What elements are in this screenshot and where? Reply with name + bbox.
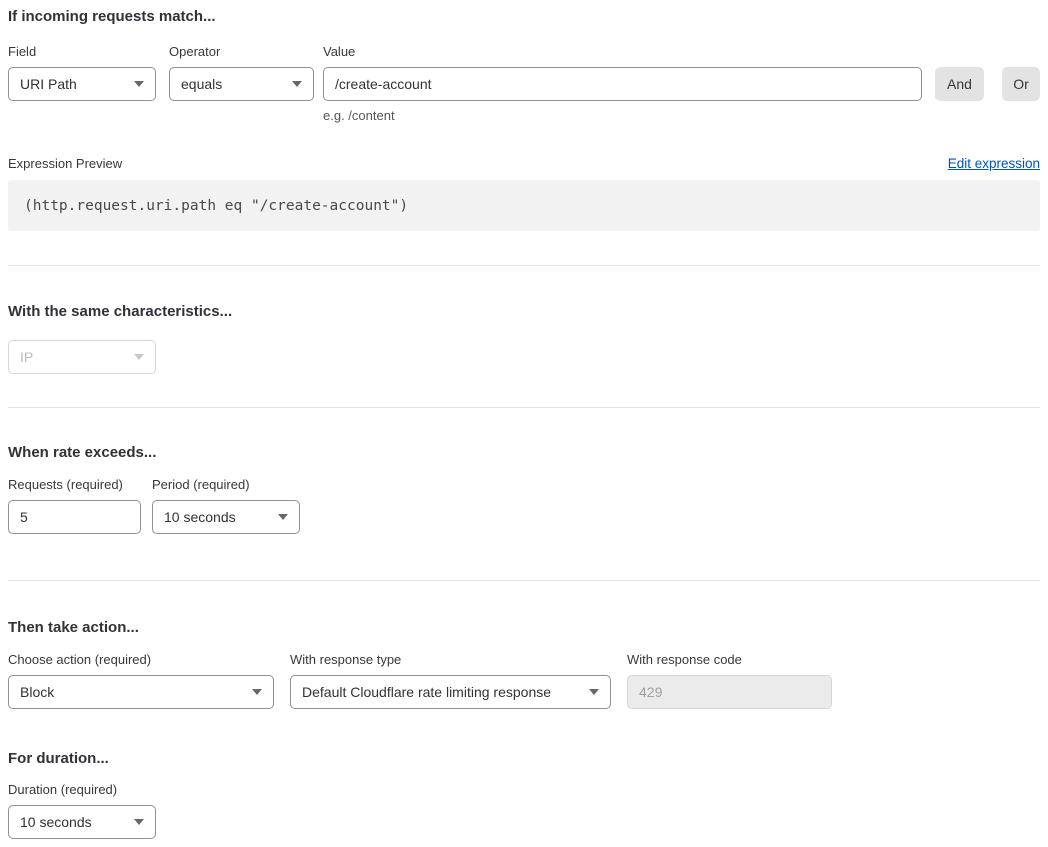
field-select-value: URI Path: [20, 76, 77, 92]
action-section-title: Then take action...: [8, 619, 1040, 637]
section-divider: [8, 407, 1040, 408]
duration-section-title: For duration...: [8, 750, 1040, 768]
characteristics-select-value: IP: [20, 349, 33, 365]
response-type-select[interactable]: Default Cloudflare rate limiting respons…: [290, 675, 611, 709]
rate-section-title: When rate exceeds...: [8, 444, 1040, 462]
field-select[interactable]: URI Path: [8, 67, 156, 101]
duration-label: Duration (required): [8, 782, 1040, 798]
characteristics-section-title: With the same characteristics...: [8, 303, 1040, 321]
action-row: Choose action (required) Block With resp…: [8, 652, 1040, 709]
requests-input[interactable]: [8, 500, 141, 534]
operator-select-value: equals: [181, 76, 222, 92]
choose-action-label: Choose action (required): [8, 652, 274, 668]
chevron-down-icon: [134, 354, 144, 360]
expression-preview-label: Expression Preview: [8, 156, 122, 171]
chevron-down-icon: [134, 81, 144, 87]
value-group: Value e.g. /content: [323, 44, 922, 123]
chevron-down-icon: [589, 689, 599, 695]
chevron-down-icon: [134, 819, 144, 825]
field-group: Field URI Path: [8, 44, 156, 101]
response-code-label: With response code: [627, 652, 832, 668]
response-code-input: [627, 675, 832, 709]
section-divider: [8, 265, 1040, 266]
response-code-group: With response code: [627, 652, 832, 709]
characteristics-select: IP: [8, 340, 156, 374]
and-or-group: And Or: [922, 44, 1040, 101]
period-select[interactable]: 10 seconds: [152, 500, 300, 534]
response-type-group: With response type Default Cloudflare ra…: [290, 652, 611, 709]
operator-group: Operator equals: [169, 44, 314, 101]
period-select-value: 10 seconds: [164, 509, 236, 525]
match-rule-row: Field URI Path Operator equals Value e.g…: [8, 44, 1040, 123]
requests-group: Requests (required): [8, 477, 141, 534]
and-button[interactable]: And: [935, 67, 984, 101]
duration-select[interactable]: 10 seconds: [8, 805, 156, 839]
value-hint: e.g. /content: [323, 108, 922, 123]
response-type-select-value: Default Cloudflare rate limiting respons…: [302, 684, 551, 700]
match-section-title: If incoming requests match...: [8, 8, 1040, 26]
chevron-down-icon: [252, 689, 262, 695]
chevron-down-icon: [292, 81, 302, 87]
operator-select[interactable]: equals: [169, 67, 314, 101]
requests-label: Requests (required): [8, 477, 141, 493]
period-label: Period (required): [152, 477, 300, 493]
expression-preview-code: (http.request.uri.path eq "/create-accou…: [8, 180, 1040, 231]
period-group: Period (required) 10 seconds: [152, 477, 300, 534]
rate-row: Requests (required) Period (required) 10…: [8, 477, 1040, 534]
expression-preview-header: Expression Preview Edit expression: [8, 156, 1040, 171]
duration-select-value: 10 seconds: [20, 814, 92, 830]
choose-action-group: Choose action (required) Block: [8, 652, 274, 709]
characteristics-row: IP: [8, 340, 1040, 374]
value-input[interactable]: [323, 67, 922, 101]
chevron-down-icon: [278, 514, 288, 520]
or-button[interactable]: Or: [1002, 67, 1040, 101]
value-label: Value: [323, 44, 922, 60]
section-divider: [8, 580, 1040, 581]
field-label: Field: [8, 44, 156, 60]
choose-action-select[interactable]: Block: [8, 675, 274, 709]
choose-action-select-value: Block: [20, 684, 54, 700]
response-type-label: With response type: [290, 652, 611, 668]
duration-group: Duration (required) 10 seconds: [8, 782, 1040, 839]
edit-expression-link[interactable]: Edit expression: [948, 156, 1040, 171]
operator-label: Operator: [169, 44, 314, 60]
